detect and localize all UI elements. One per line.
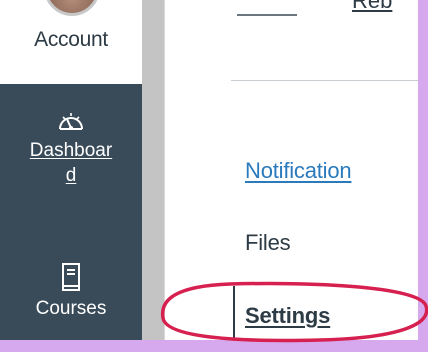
highlight-annotation <box>160 281 428 343</box>
